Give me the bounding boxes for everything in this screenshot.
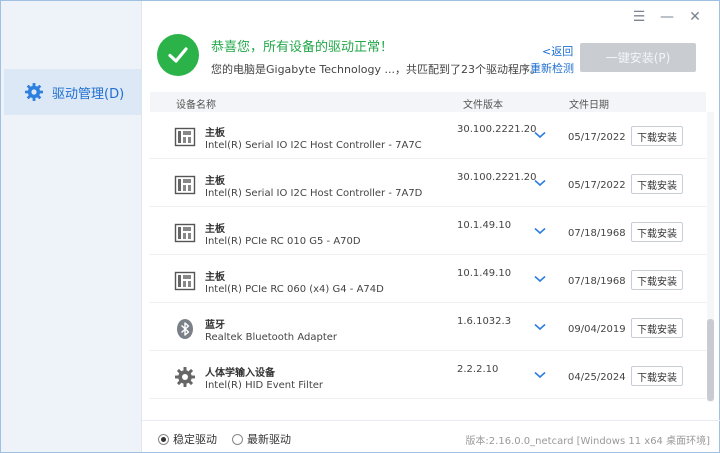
download-install-button[interactable]: 下载安装 <box>631 318 683 338</box>
status-subtitle: 您的电脑是Gigabyte Technology ...，共匹配到了23个驱动程… <box>211 63 541 76</box>
device-category: 蓝牙 <box>205 320 225 331</box>
chevron-down-icon[interactable] <box>534 227 546 235</box>
device-name: Intel(R) HID Event Filter <box>205 380 324 391</box>
chevron-down-icon[interactable] <box>534 131 546 139</box>
table-row: 人体学输入设备 Intel(R) HID Event Filter 2.2.2.… <box>150 352 706 399</box>
sidebar: 驱动管理(D) <box>1 1 142 452</box>
rescan-link[interactable]: 重新检测 <box>530 60 574 76</box>
radio-label: 稳定驱动 <box>173 433 217 446</box>
column-header-date: 文件日期 <box>569 100 609 111</box>
chevron-down-icon[interactable] <box>534 323 546 331</box>
device-category: 主板 <box>205 128 225 139</box>
column-header-name: 设备名称 <box>176 100 216 111</box>
app-window: 驱动管理(D) ☰ — ✕ 恭喜您，所有设备的驱动正常！ 您的电脑是Gigaby… <box>0 0 720 453</box>
gear-icon <box>25 83 43 101</box>
file-date: 04/25/2024 <box>568 372 626 383</box>
table-row: 主板 Intel(R) PCIe RC 010 G5 - A70D 10.1.4… <box>150 208 706 255</box>
device-category: 主板 <box>205 272 225 283</box>
motherboard-icon <box>174 271 196 291</box>
footer: 稳定驱动 最新驱动 版本:2.16.0.0_netcard [Windows 1… <box>142 420 720 452</box>
radio-label: 最新驱动 <box>247 433 291 446</box>
table-row: 主板 Intel(R) PCIe RC 060 (x4) G4 - A74D 1… <box>150 256 706 303</box>
status-title: 恭喜您，所有设备的驱动正常！ <box>211 40 394 55</box>
table-row: 主板 Intel(R) Serial IO I2C Host Controlle… <box>150 112 706 159</box>
table-row: 主板 Intel(R) Serial IO I2C Host Controlle… <box>150 160 706 207</box>
gear-icon <box>175 367 195 387</box>
minimize-button[interactable]: — <box>653 7 681 27</box>
check-icon <box>168 47 188 63</box>
file-version: 30.100.2221.20 <box>457 172 537 183</box>
version-info: 版本:2.16.0.0_netcard [Windows 11 x64 桌面环境… <box>465 436 710 447</box>
file-version: 10.1.49.10 <box>457 220 512 231</box>
table-row: 蓝牙 Realtek Bluetooth Adapter 1.6.1032.3 … <box>150 304 706 351</box>
sidebar-item-driver-management[interactable]: 驱动管理(D) <box>4 69 141 115</box>
motherboard-icon <box>174 127 196 147</box>
chevron-down-icon[interactable] <box>534 371 546 379</box>
motherboard-icon <box>174 223 196 243</box>
download-install-button[interactable]: 下载安装 <box>631 126 683 146</box>
bluetooth-icon <box>177 319 193 339</box>
close-button[interactable]: ✕ <box>681 7 709 27</box>
device-name: Intel(R) Serial IO I2C Host Controller -… <box>205 140 422 151</box>
device-category: 人体学输入设备 <box>205 368 275 379</box>
file-version: 10.1.49.10 <box>457 268 512 279</box>
table-header: 设备名称 文件版本 文件日期 <box>150 92 706 112</box>
column-header-version: 文件版本 <box>463 100 503 111</box>
back-link[interactable]: <返回 <box>542 43 573 59</box>
window-controls: ☰ — ✕ <box>625 7 709 27</box>
device-name: Intel(R) Serial IO I2C Host Controller -… <box>205 188 423 199</box>
download-install-button[interactable]: 下载安装 <box>631 222 683 242</box>
chevron-down-icon[interactable] <box>534 179 546 187</box>
file-date: 07/18/1968 <box>568 228 626 239</box>
radio-indicator <box>158 433 169 445</box>
chevron-down-icon[interactable] <box>534 275 546 283</box>
latest-driver-radio[interactable]: 最新驱动 <box>232 431 291 447</box>
success-check-icon <box>157 34 199 76</box>
file-date: 05/17/2022 <box>568 180 626 191</box>
file-version: 2.2.2.10 <box>457 364 499 375</box>
motherboard-icon <box>174 175 196 195</box>
file-date: 05/17/2022 <box>568 132 626 143</box>
driver-list: 主板 Intel(R) Serial IO I2C Host Controlle… <box>150 112 706 402</box>
file-date: 09/04/2019 <box>568 324 626 335</box>
download-install-button[interactable]: 下载安装 <box>631 174 683 194</box>
device-name: Intel(R) PCIe RC 010 G5 - A70D <box>205 236 361 247</box>
radio-indicator <box>232 433 243 445</box>
install-all-button[interactable]: 一键安装(P) <box>580 43 696 72</box>
file-version: 30.100.2221.20 <box>457 124 537 135</box>
file-date: 07/18/1968 <box>568 276 626 287</box>
scrollbar-thumb[interactable] <box>707 319 714 401</box>
download-install-button[interactable]: 下载安装 <box>631 366 683 386</box>
device-name: Intel(R) PCIe RC 060 (x4) G4 - A74D <box>205 284 384 295</box>
file-version: 1.6.1032.3 <box>457 316 512 327</box>
download-install-button[interactable]: 下载安装 <box>631 270 683 290</box>
stable-driver-radio[interactable]: 稳定驱动 <box>158 431 217 447</box>
sidebar-item-label: 驱动管理(D) <box>52 86 125 102</box>
device-category: 主板 <box>205 176 225 187</box>
device-name: Realtek Bluetooth Adapter <box>205 332 337 343</box>
device-category: 主板 <box>205 224 225 235</box>
menu-button[interactable]: ☰ <box>625 7 653 27</box>
